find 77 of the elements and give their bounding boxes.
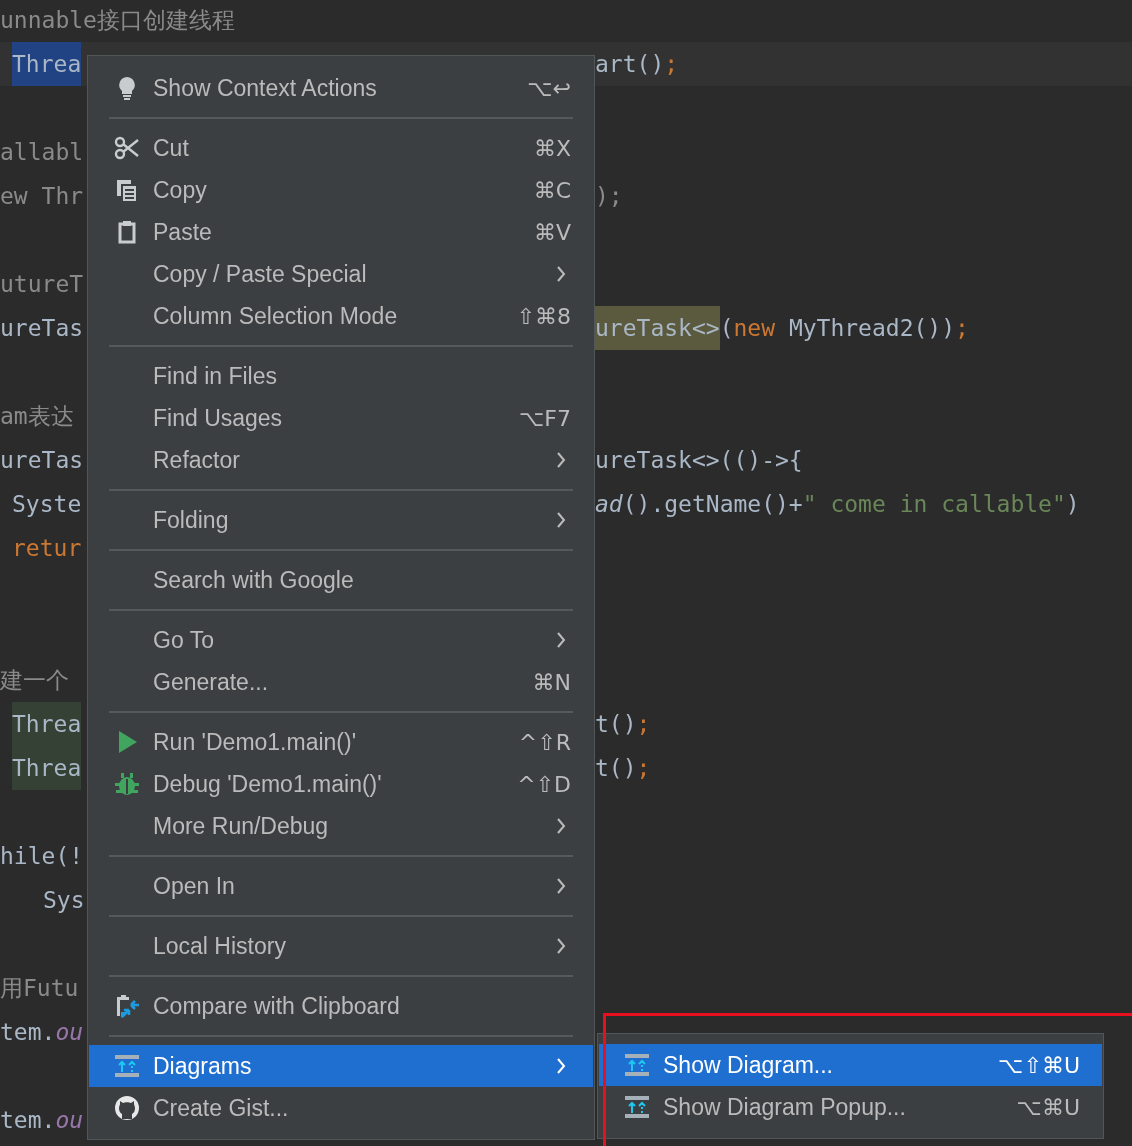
- menu-item[interactable]: Column Selection Mode ⇧⌘8: [89, 295, 593, 337]
- shortcut-text: ⌘C: [533, 177, 571, 203]
- menu-item[interactable]: Diagrams: [89, 1045, 593, 1087]
- shortcut-text: ⇧⌘8: [516, 303, 571, 329]
- code-text: retur: [12, 535, 82, 561]
- code-text: tem.: [0, 1107, 56, 1133]
- code-text: ;: [664, 51, 679, 77]
- menu-item[interactable]: Search with Google: [89, 559, 593, 601]
- code-text: ureTas: [0, 315, 84, 341]
- code-text: t(): [595, 711, 637, 737]
- diagram-icon: [623, 1093, 651, 1121]
- code-text: allabl: [0, 139, 84, 165]
- menu-item[interactable]: Open In: [89, 865, 593, 907]
- code-text: ad: [595, 491, 623, 517]
- menu-item[interactable]: Paste ⌘V: [89, 211, 593, 253]
- code-text: MyThread2()): [787, 315, 956, 341]
- code-text: ;: [636, 711, 651, 737]
- shortcut-text: ⌥⌘U: [1016, 1094, 1080, 1120]
- code-text: Sys: [43, 887, 85, 913]
- highlighted-text: ureTask<>: [595, 306, 720, 350]
- shortcut-text: ⌘V: [533, 219, 571, 245]
- menu-item[interactable]: Find in Files: [89, 355, 593, 397]
- code-text: ou: [55, 1019, 84, 1045]
- code-text: ureTas: [0, 447, 84, 473]
- code-text: am表达: [0, 403, 74, 429]
- code-text: hile(!: [0, 843, 84, 869]
- diagram-icon: [113, 1052, 141, 1080]
- shortcut-text: ^⇧R: [518, 729, 571, 755]
- menu-item[interactable]: Find Usages ⌥F7: [89, 397, 593, 439]
- code-text: ): [1065, 491, 1080, 517]
- code-text: t(): [595, 755, 637, 781]
- menu-item[interactable]: Show Context Actions ⌥↩: [89, 67, 593, 109]
- code-text: ou: [55, 1107, 84, 1133]
- code-text: Syste: [12, 491, 82, 517]
- highlighted-text: Threa: [12, 746, 82, 790]
- code-text: " come in callable": [802, 491, 1066, 517]
- menu-item[interactable]: Compare with Clipboard: [89, 985, 593, 1027]
- code-text: unnable接口创建线程: [0, 7, 235, 33]
- menu-item[interactable]: Debug 'Demo1.main()' ^⇧D: [89, 763, 593, 805]
- code-text: new: [733, 315, 776, 341]
- menu-item[interactable]: Copy / Paste Special: [89, 253, 593, 295]
- code-text: utureT: [0, 271, 84, 297]
- shortcut-text: ^⇧D: [517, 771, 571, 797]
- menu-item[interactable]: More Run/Debug: [89, 805, 593, 847]
- diagram-icon: [623, 1051, 651, 1079]
- code-text: ().getName()+: [622, 491, 803, 517]
- menu-item[interactable]: Copy ⌘C: [89, 169, 593, 211]
- menu-item[interactable]: Generate... ⌘N: [89, 661, 593, 703]
- shortcut-text: ⌥F7: [519, 405, 571, 431]
- menu-item[interactable]: Run 'Demo1.main()' ^⇧R: [89, 721, 593, 763]
- shortcut-text: ⌘X: [533, 135, 571, 161]
- code-text: (: [719, 315, 734, 341]
- menu-item[interactable]: Cut ⌘X: [89, 127, 593, 169]
- menu-item[interactable]: Show Diagram... ⌥⇧⌘U: [599, 1044, 1102, 1086]
- code-text: ureTask<>(()->{: [595, 447, 803, 473]
- shortcut-text: ⌥↩: [527, 75, 571, 101]
- code-text: ;: [955, 315, 969, 341]
- code-text: art(): [595, 51, 665, 77]
- code-text: );: [595, 183, 623, 209]
- menu-item[interactable]: Show Diagram Popup... ⌥⌘U: [599, 1086, 1102, 1128]
- code-text: ew Thr: [0, 183, 84, 209]
- menu-item[interactable]: Local History: [89, 925, 593, 967]
- menu-item[interactable]: Refactor: [89, 439, 593, 481]
- highlighted-text: Threa: [12, 702, 82, 746]
- menu-item[interactable]: Folding: [89, 499, 593, 541]
- code-text: tem.: [0, 1019, 56, 1045]
- menu-item[interactable]: Create Gist...: [89, 1087, 593, 1129]
- bug-icon: [113, 770, 141, 798]
- code-text: 用Futu: [0, 975, 79, 1001]
- shortcut-text: ⌥⇧⌘U: [998, 1052, 1080, 1078]
- code-text: ;: [636, 755, 651, 781]
- shortcut-text: ⌘N: [532, 669, 571, 695]
- circle-logo-icon: [113, 1094, 141, 1122]
- code-text: 建一个: [0, 667, 69, 693]
- menu-item[interactable]: Go To: [89, 619, 593, 661]
- scissors-icon: [113, 134, 141, 162]
- selected-text: Threa: [12, 42, 82, 86]
